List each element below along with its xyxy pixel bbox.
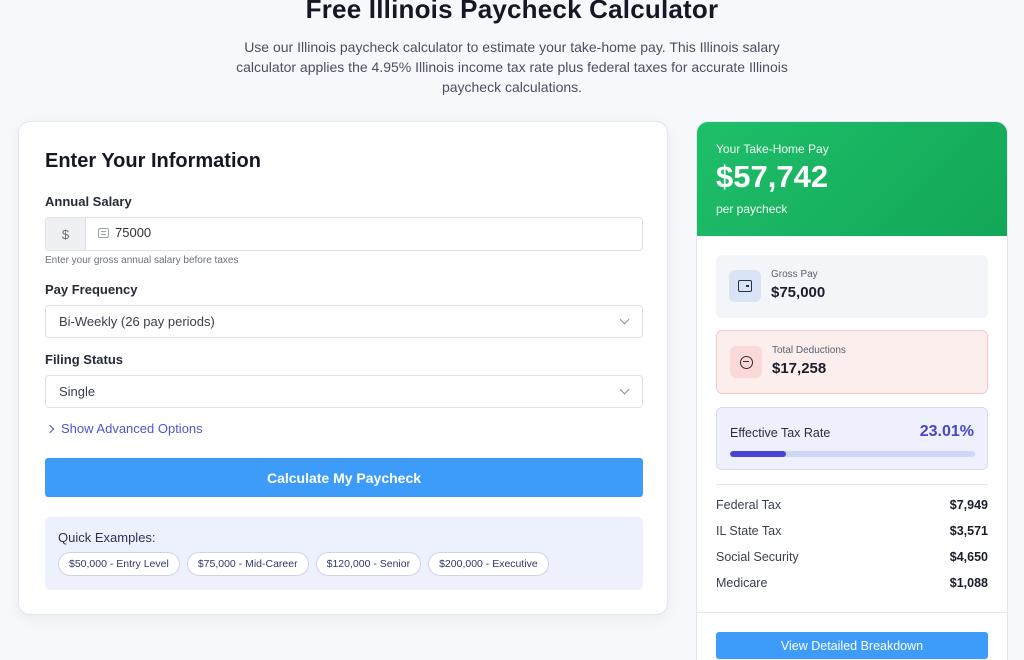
filing-status-label: Filing Status <box>45 352 123 367</box>
takehome-label: Your Take-Home Pay <box>716 142 829 156</box>
takehome-amount: $57,742 <box>716 159 829 194</box>
wallet-icon <box>729 270 761 302</box>
pay-frequency-select[interactable]: Bi-Weekly (26 pay periods) <box>45 305 643 338</box>
takehome-period: per paycheck <box>716 202 788 216</box>
deductions-card: Total Deductions $17,258 <box>716 330 988 394</box>
deductions-value: $17,258 <box>772 360 827 377</box>
tax-row-name: IL State Tax <box>716 524 782 538</box>
tax-rate-card: Effective Tax Rate 23.01% <box>716 407 988 470</box>
tax-rate-bar <box>730 451 975 457</box>
filing-status-value: Single <box>59 384 96 399</box>
tax-row-value: $3,571 <box>949 524 988 538</box>
chevron-right-icon <box>45 424 55 434</box>
tax-row: Social Security $4,650 <box>716 550 988 564</box>
tax-row-value: $7,949 <box>949 498 988 512</box>
result-card: Your Take-Home Pay $57,742 per paycheck … <box>696 121 1008 660</box>
quick-example-chip[interactable]: $75,000 - Mid-Career <box>186 552 309 576</box>
deductions-label: Total Deductions <box>772 345 846 356</box>
pay-frequency-label: Pay Frequency <box>45 282 138 297</box>
calculate-button[interactable]: Calculate My Paycheck <box>45 458 643 497</box>
tax-rate-label: Effective Tax Rate <box>730 426 831 440</box>
tax-row-name: Medicare <box>716 576 768 590</box>
pay-frequency-value: Bi-Weekly (26 pay periods) <box>59 314 215 329</box>
tax-rate-bar-fill <box>730 451 787 457</box>
view-breakdown-button[interactable]: View Detailed Breakdown <box>716 632 988 659</box>
form-title: Enter Your Information <box>45 150 261 172</box>
tax-row-value: $1,088 <box>949 576 988 590</box>
quick-example-chip[interactable]: $50,000 - Entry Level <box>58 552 180 576</box>
tax-row: Federal Tax $7,949 <box>716 498 988 512</box>
gross-pay-value: $75,000 <box>771 284 826 301</box>
quick-example-chip[interactable]: $200,000 - Executive <box>428 552 549 576</box>
chevron-down-icon <box>619 384 630 395</box>
tax-row-value: $4,650 <box>949 550 988 564</box>
tax-row: Medicare $1,088 <box>716 576 988 590</box>
chevron-down-icon <box>619 314 630 325</box>
page-subtitle: Use our Illinois paycheck calculator to … <box>236 39 788 95</box>
currency-prefix: $ <box>46 218 86 250</box>
input-card: Enter Your Information Annual Salary $ E… <box>18 121 668 615</box>
tax-row-name: Social Security <box>716 550 799 564</box>
page-title: Free Illinois Paycheck Calculator <box>305 0 719 24</box>
salary-input[interactable] <box>115 225 315 240</box>
takehome-header: Your Take-Home Pay $57,742 per paycheck <box>697 122 1007 236</box>
salary-field[interactable]: $ <box>45 217 643 251</box>
tax-row-name: Federal Tax <box>716 498 782 512</box>
quick-examples-label: Quick Examples: <box>58 530 156 545</box>
divider <box>697 612 1007 613</box>
quick-example-chip[interactable]: $120,000 - Senior <box>315 552 422 576</box>
gross-pay-label: Gross Pay <box>771 269 818 280</box>
quick-examples-list: $50,000 - Entry Level $75,000 - Mid-Care… <box>58 552 549 576</box>
filing-status-select[interactable]: Single <box>45 375 643 408</box>
keyboard-icon <box>98 228 109 238</box>
salary-hint: Enter your gross annual salary before ta… <box>45 255 239 266</box>
advanced-options-toggle[interactable]: Show Advanced Options <box>45 421 203 436</box>
quick-examples-panel: Quick Examples: $50,000 - Entry Level $7… <box>45 517 643 590</box>
advanced-options-label: Show Advanced Options <box>61 421 203 436</box>
tax-rate-value: 23.01% <box>919 423 974 440</box>
gross-pay-card: Gross Pay $75,000 <box>716 255 988 318</box>
minus-circle-icon <box>730 346 762 378</box>
divider <box>716 484 988 485</box>
tax-row: IL State Tax $3,571 <box>716 524 988 538</box>
salary-label: Annual Salary <box>45 194 132 209</box>
